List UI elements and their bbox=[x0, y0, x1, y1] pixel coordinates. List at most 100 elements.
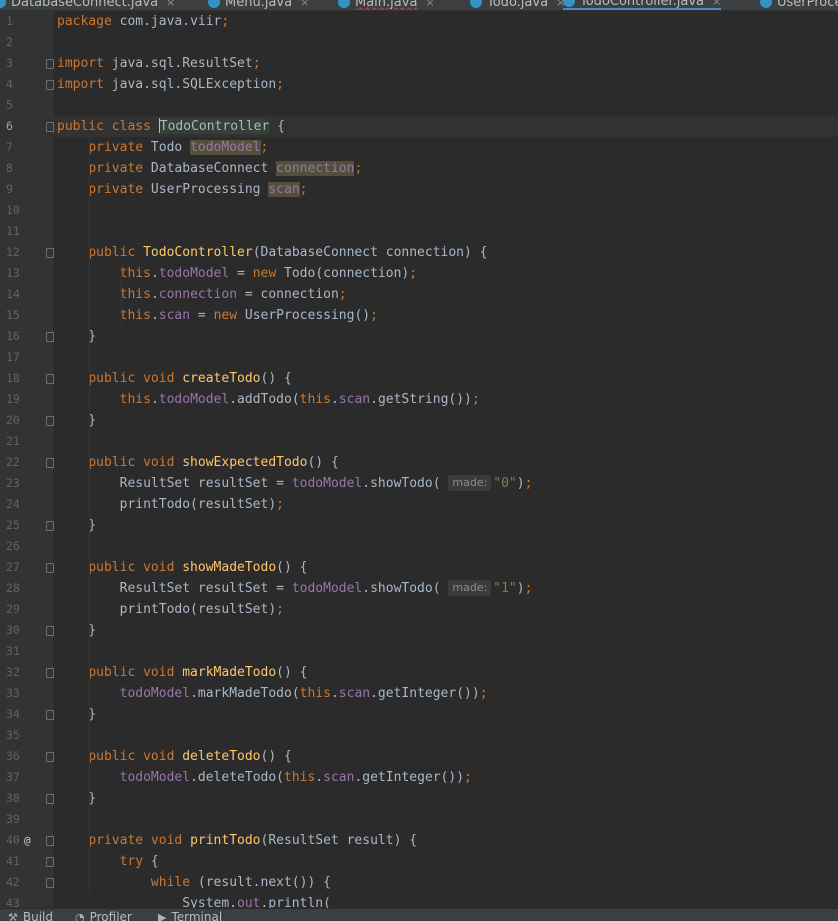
line-number: 9 bbox=[6, 179, 36, 200]
terminal-icon: ▶ bbox=[158, 911, 166, 921]
code-line: 24 printTodo(resultSet); bbox=[0, 494, 838, 515]
java-class-icon bbox=[0, 0, 6, 8]
tool-window-build[interactable]: ⚒ Build bbox=[8, 910, 53, 921]
code-text: private UserProcessing scan; bbox=[57, 179, 307, 200]
code-text: this.scan = new UserProcessing(); bbox=[57, 305, 378, 326]
code-text: import java.sql.ResultSet; bbox=[57, 53, 261, 74]
code-line: 32 public void markMadeTodo() { bbox=[0, 662, 838, 683]
code-text: ResultSet resultSet = todoModel.showTodo… bbox=[57, 578, 532, 599]
line-number: 12 bbox=[6, 242, 36, 263]
line-number: 6 bbox=[6, 116, 36, 137]
code-text: private DatabaseConnect connection; bbox=[57, 158, 362, 179]
line-number: 8 bbox=[6, 158, 36, 179]
code-line: 10 bbox=[0, 200, 838, 221]
code-line: 29 printTodo(resultSet); bbox=[0, 599, 838, 620]
code-line: 23 ResultSet resultSet = todoModel.showT… bbox=[0, 473, 838, 494]
code-line: 18 public void createTodo() { bbox=[0, 368, 838, 389]
code-text: this.todoModel.addTodo(this.scan.getStri… bbox=[57, 389, 480, 410]
close-tab-icon[interactable]: × bbox=[300, 0, 309, 9]
code-text: public void showMadeTodo() { bbox=[57, 557, 307, 578]
code-line: 15 this.scan = new UserProcessing(); bbox=[0, 305, 838, 326]
line-number: 17 bbox=[6, 347, 36, 368]
line-number: 34 bbox=[6, 704, 36, 725]
code-line: 22 public void showExpectedTodo() { bbox=[0, 452, 838, 473]
code-line: 2 bbox=[0, 32, 838, 53]
line-number: 7 bbox=[6, 137, 36, 158]
editor-tab-bar: DatabaseConnect.java×Menu.java×Main.java… bbox=[0, 0, 838, 11]
close-tab-icon[interactable]: × bbox=[712, 0, 721, 8]
code-text: System.out.println( bbox=[57, 893, 331, 908]
editor-tab-label: Main.java bbox=[355, 0, 417, 10]
code-line: 35 bbox=[0, 725, 838, 746]
code-line: 8 private DatabaseConnect connection; bbox=[0, 158, 838, 179]
fold-marker-icon[interactable] bbox=[46, 836, 54, 846]
fold-marker-icon[interactable] bbox=[46, 59, 54, 69]
code-text: while (result.next()) { bbox=[57, 872, 331, 893]
bottom-tool-window-bar: ⚒ Build ◔Profiler ▶Terminal bbox=[0, 908, 838, 921]
editor-tab-label: Menu.java bbox=[225, 0, 292, 10]
line-number: 41 bbox=[6, 851, 36, 872]
fold-marker-icon[interactable] bbox=[46, 80, 54, 90]
fold-marker-icon[interactable] bbox=[46, 122, 54, 132]
code-line: 30 } bbox=[0, 620, 838, 641]
close-tab-icon[interactable]: × bbox=[425, 0, 434, 9]
code-text: import java.sql.SQLException; bbox=[57, 74, 284, 95]
line-number: 20 bbox=[6, 410, 36, 431]
code-line: 7 private Todo todoModel; bbox=[0, 137, 838, 158]
code-text: public void markMadeTodo() { bbox=[57, 662, 307, 683]
fold-marker-icon[interactable] bbox=[46, 332, 54, 342]
line-number: 40 bbox=[6, 830, 36, 851]
fold-marker-icon[interactable] bbox=[46, 794, 54, 804]
close-tab-icon[interactable]: × bbox=[166, 0, 175, 9]
code-text: public void deleteTodo() { bbox=[57, 746, 292, 767]
line-number: 29 bbox=[6, 599, 36, 620]
fold-marker-icon[interactable] bbox=[46, 416, 54, 426]
fold-marker-icon[interactable] bbox=[46, 857, 54, 867]
code-line: 41 try { bbox=[0, 851, 838, 872]
editor-tab-0[interactable]: DatabaseConnect.java× bbox=[0, 0, 175, 10]
code-line: 20 } bbox=[0, 410, 838, 431]
code-line: 27 public void showMadeTodo() { bbox=[0, 557, 838, 578]
fold-marker-icon[interactable] bbox=[46, 458, 54, 468]
code-line: 39 bbox=[0, 809, 838, 830]
editor-tab-1[interactable]: Menu.java × bbox=[208, 0, 309, 10]
fold-marker-icon[interactable] bbox=[46, 626, 54, 636]
editor-tab-label: UserProce bbox=[777, 0, 838, 10]
line-number: 10 bbox=[6, 200, 36, 221]
java-class-icon bbox=[208, 0, 220, 8]
fold-marker-icon[interactable] bbox=[46, 248, 54, 258]
line-number: 4 bbox=[6, 74, 36, 95]
code-line: 11 bbox=[0, 221, 838, 242]
line-number: 22 bbox=[6, 452, 36, 473]
code-line: 16 } bbox=[0, 326, 838, 347]
fold-marker-icon[interactable] bbox=[46, 563, 54, 573]
editor-tab-2[interactable]: Main.java × bbox=[338, 0, 435, 10]
tool-window-profiler[interactable]: ◔Profiler bbox=[75, 910, 132, 921]
override-marker-icon[interactable]: @ bbox=[24, 830, 31, 851]
fold-marker-icon[interactable] bbox=[46, 521, 54, 531]
tool-window-terminal[interactable]: ▶Terminal bbox=[158, 910, 222, 921]
editor-tab-3[interactable]: Todo.java× bbox=[470, 0, 565, 10]
fold-marker-icon[interactable] bbox=[46, 752, 54, 762]
fold-marker-icon[interactable] bbox=[46, 668, 54, 678]
code-line: 42 while (result.next()) { bbox=[0, 872, 838, 893]
code-line: 33 todoModel.markMadeTodo(this.scan.getI… bbox=[0, 683, 838, 704]
line-number: 39 bbox=[6, 809, 36, 830]
editor-tab-5[interactable]: UserProce bbox=[760, 0, 838, 10]
code-line: 12 public TodoController(DatabaseConnect… bbox=[0, 242, 838, 263]
java-class-icon bbox=[563, 0, 575, 7]
fold-marker-icon[interactable] bbox=[46, 374, 54, 384]
line-number: 1 bbox=[6, 11, 36, 32]
fold-marker-icon[interactable] bbox=[46, 710, 54, 720]
code-text: todoModel.deleteTodo(this.scan.getIntege… bbox=[57, 767, 472, 788]
code-line: 21 bbox=[0, 431, 838, 452]
code-editor[interactable]: 1package com.java.viir;23import java.sql… bbox=[0, 11, 838, 908]
code-text: } bbox=[57, 326, 96, 347]
fold-marker-icon[interactable] bbox=[46, 878, 54, 888]
editor-tab-4[interactable]: TodoController.java× bbox=[563, 0, 721, 10]
line-number: 11 bbox=[6, 221, 36, 242]
hammer-icon: ⚒ bbox=[8, 911, 18, 921]
code-text: public class TodoController { bbox=[57, 116, 285, 137]
tool-window-label: Build bbox=[23, 910, 53, 921]
line-number: 13 bbox=[6, 263, 36, 284]
